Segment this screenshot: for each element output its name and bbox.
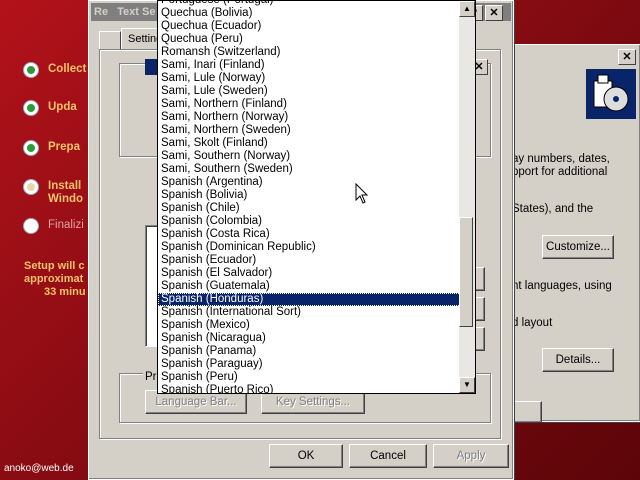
- step-label: Prepa: [48, 141, 80, 153]
- language-option[interactable]: Spanish (Guatemala): [158, 280, 475, 293]
- language-option[interactable]: Romansh (Switzerland): [158, 46, 475, 59]
- language-option[interactable]: Sami, Inari (Finland): [158, 59, 475, 72]
- list-items: Portuguese (Portugal) Quechua (Bolivia) Qu…: [158, 1, 475, 393]
- regional-text-layout: d layout: [512, 317, 553, 329]
- apply-button[interactable]: Apply: [433, 444, 509, 468]
- step-label: Upda: [48, 101, 77, 113]
- language-option[interactable]: Spanish (International Sort): [158, 306, 475, 319]
- title-text: Text Se: [117, 6, 156, 18]
- step-install: Install Windo: [24, 180, 83, 206]
- language-option[interactable]: Spanish (Chile): [158, 202, 475, 215]
- ok-button[interactable]: OK: [269, 444, 343, 468]
- step-label: Install Windo: [48, 180, 84, 205]
- step-collect: Collect: [24, 63, 86, 77]
- cancel-button[interactable]: Cancel: [349, 444, 427, 468]
- mouse-cursor-icon: [355, 183, 369, 204]
- scroll-up-icon[interactable]: ▲: [459, 1, 475, 17]
- regional-text-states: States), and the: [512, 203, 594, 215]
- details-button[interactable]: Details...: [542, 348, 614, 372]
- step-done-icon: [24, 63, 38, 77]
- regional-text-numbers: ay numbers, dates,: [512, 153, 610, 165]
- partial-button[interactable]: [510, 401, 542, 423]
- language-option[interactable]: Spanish (Paraguay): [158, 358, 475, 371]
- setup-time-remaining: Setup will c approximat 33 minu: [24, 260, 86, 299]
- scroll-down-icon[interactable]: ▼: [459, 377, 475, 393]
- step-pending-icon: [24, 219, 38, 233]
- language-option[interactable]: Spanish (Colombia): [158, 215, 475, 228]
- step-done-icon: [24, 141, 38, 155]
- language-option[interactable]: Spanish (Bolivia): [158, 189, 475, 202]
- step-active-icon: [24, 180, 38, 194]
- watermark: anoko@web.de: [4, 463, 74, 474]
- language-option[interactable]: Sami, Northern (Norway): [158, 111, 475, 124]
- language-option[interactable]: Sami, Skolt (Finland): [158, 137, 475, 150]
- language-option[interactable]: Portuguese (Portugal): [158, 1, 475, 7]
- step-label: Collect: [48, 63, 87, 75]
- language-option[interactable]: Spanish (Ecuador): [158, 254, 475, 267]
- time-line-1: Setup will c: [24, 260, 85, 272]
- regional-options-window: ✕ ay numbers, dates, pport for additiona…: [505, 44, 640, 423]
- step-update: Upda: [24, 101, 77, 115]
- regional-text-languages: nt languages, using: [512, 280, 612, 292]
- language-option[interactable]: Sami, Southern (Norway): [158, 150, 475, 163]
- scroll-thumb[interactable]: [459, 217, 473, 327]
- close-icon[interactable]: ✕: [618, 49, 636, 65]
- step-prepare: Prepa: [24, 141, 80, 155]
- language-option[interactable]: Sami, Lule (Sweden): [158, 85, 475, 98]
- language-option[interactable]: Quechua (Peru): [158, 33, 475, 46]
- step-finalize: Finalizi: [24, 219, 84, 233]
- language-option[interactable]: Spanish (Puerto Rico): [158, 384, 475, 393]
- language-option[interactable]: Sami, Lule (Norway): [158, 72, 475, 85]
- language-option[interactable]: Spanish (Argentina): [158, 176, 475, 189]
- language-option[interactable]: Spanish (Panama): [158, 345, 475, 358]
- language-option[interactable]: Spanish (Peru): [158, 371, 475, 384]
- time-line-3: 33 minu: [44, 286, 86, 298]
- language-option[interactable]: Sami, Northern (Sweden): [158, 124, 475, 137]
- language-option[interactable]: Quechua (Ecuador): [158, 20, 475, 33]
- language-dropdown-list[interactable]: Portuguese (Portugal) Quechua (Bolivia) Qu…: [157, 0, 476, 394]
- language-option[interactable]: Sami, Northern (Finland): [158, 98, 475, 111]
- language-option[interactable]: Spanish (Nicaragua): [158, 332, 475, 345]
- step-done-icon: [24, 101, 38, 115]
- language-option[interactable]: Sami, Southern (Sweden): [158, 163, 475, 176]
- time-line-2: approximat: [24, 273, 84, 285]
- close-icon[interactable]: ✕: [485, 5, 503, 21]
- vertical-scrollbar[interactable]: ▲ ▼: [459, 1, 475, 393]
- regional-text-support: pport for additional: [512, 166, 608, 178]
- language-option[interactable]: Spanish (Mexico): [158, 319, 475, 332]
- globe-cd-icon: [586, 69, 636, 119]
- language-option[interactable]: Spanish (El Salvador): [158, 267, 475, 280]
- language-option[interactable]: Spanish (Dominican Republic): [158, 241, 475, 254]
- title-prefix: Re: [94, 6, 109, 18]
- language-option[interactable]: Spanish (Costa Rica): [158, 228, 475, 241]
- tab-left-edge: [99, 31, 121, 51]
- step-label: Finalizi: [48, 219, 84, 231]
- customize-button[interactable]: Customize...: [542, 235, 614, 259]
- language-option[interactable]: Quechua (Bolivia): [158, 7, 475, 20]
- language-option[interactable]: Spanish (Honduras): [158, 293, 475, 306]
